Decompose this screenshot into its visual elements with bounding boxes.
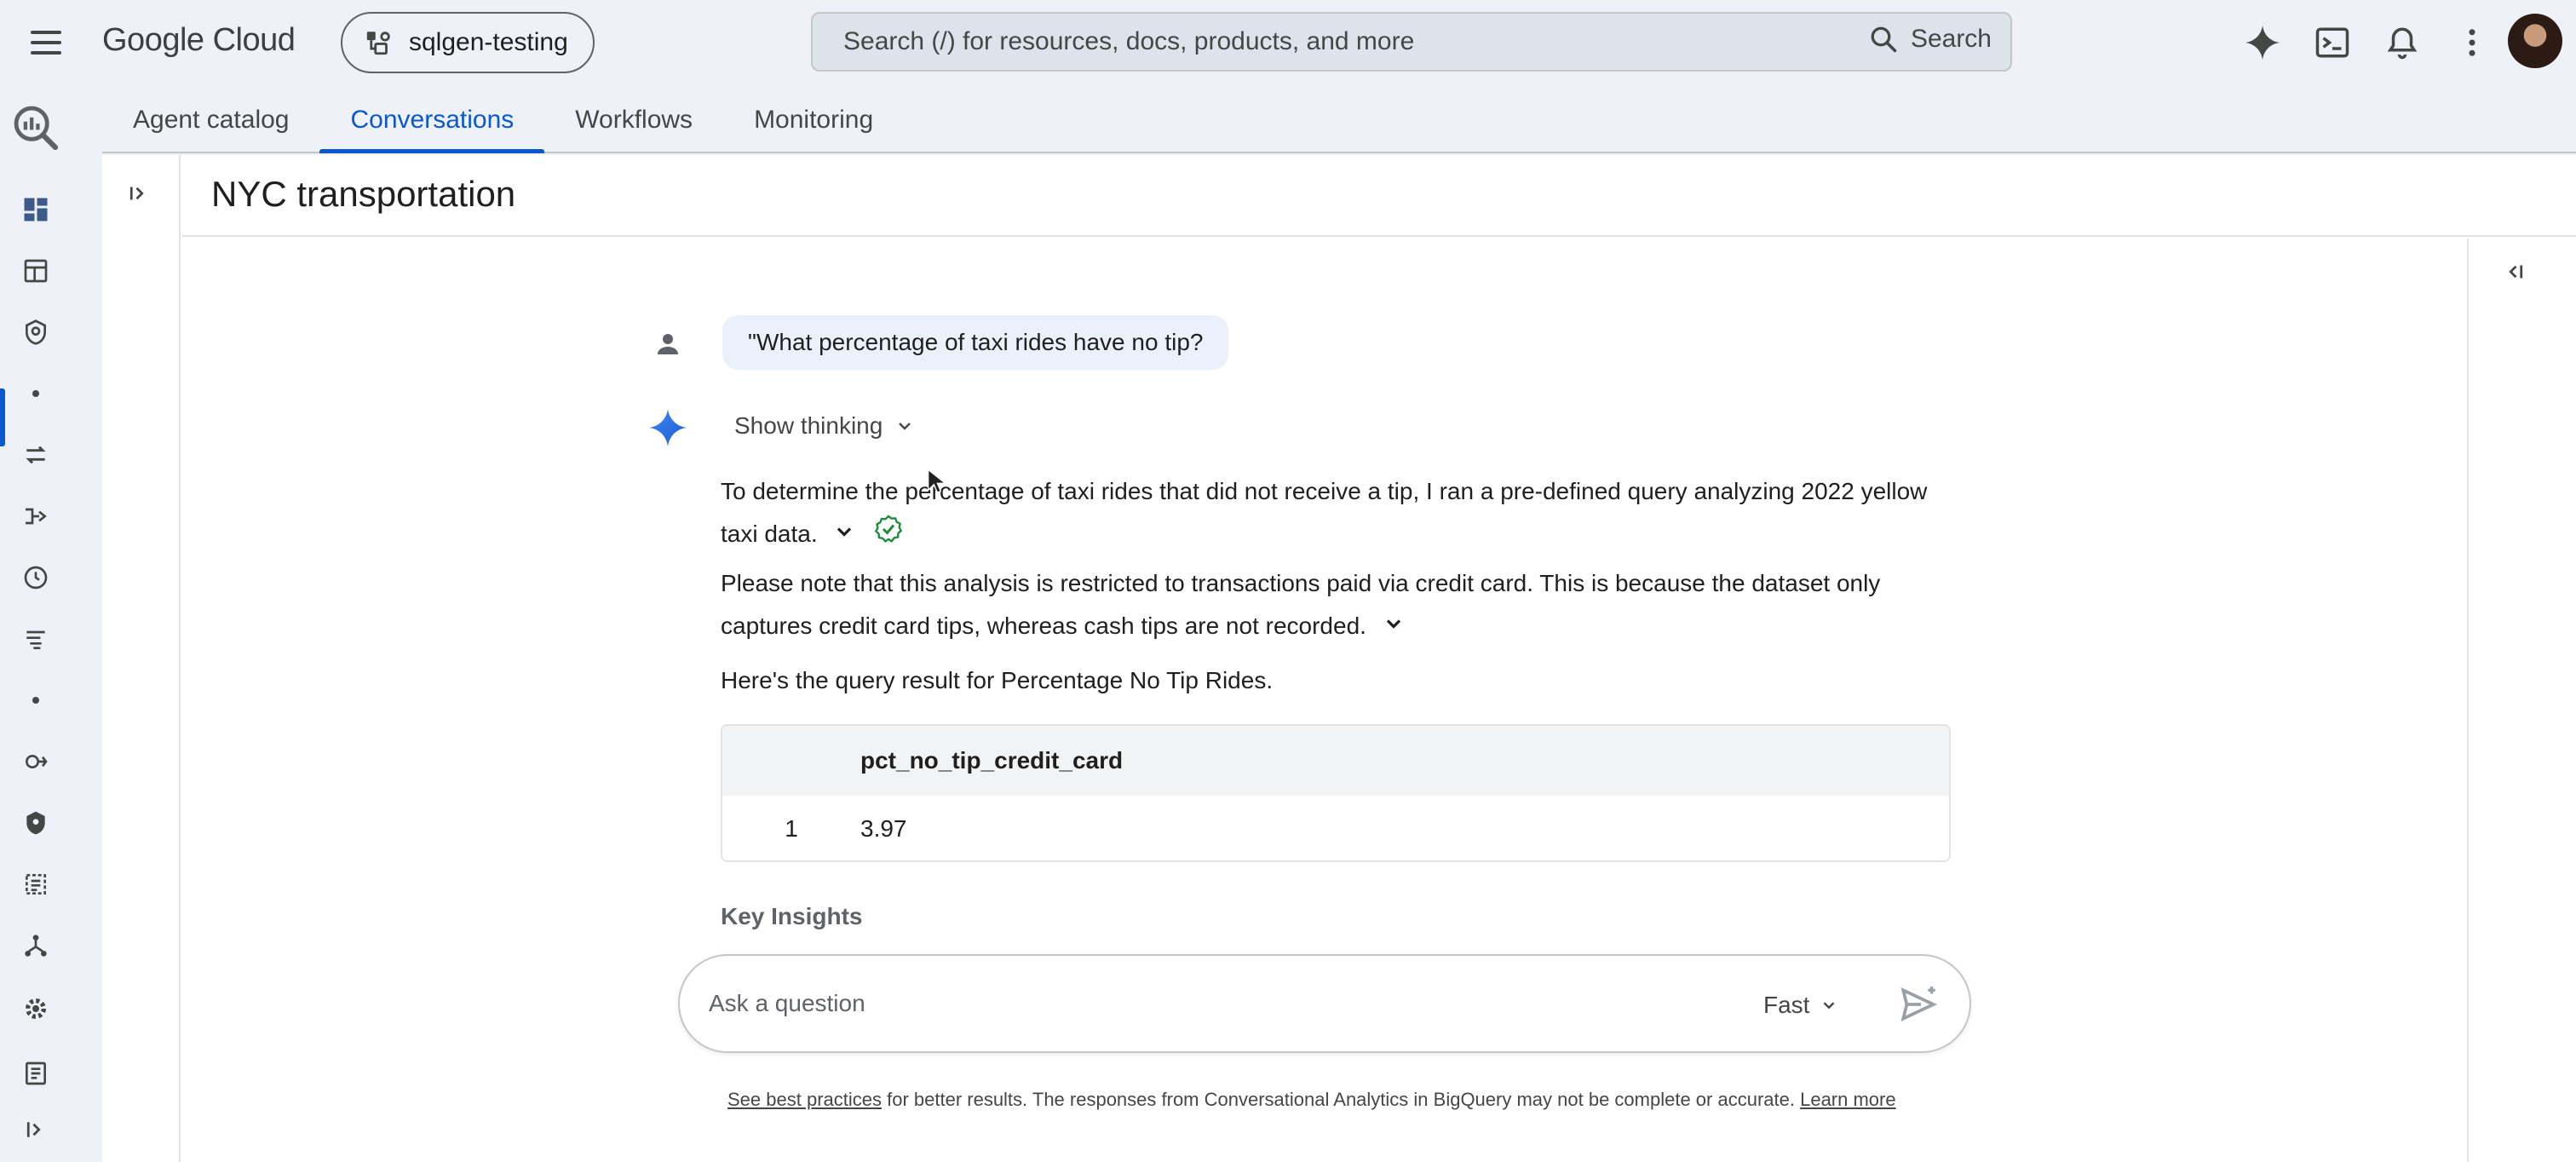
response-paragraph-1-line-1: To determine the percentage of taxi ride… [721,478,1928,504]
page-title: NYC transportation [211,174,516,214]
nav-dot-2 [15,680,56,721]
response-paragraph-1-line-2: taxi data. [721,521,818,547]
question-input[interactable]: Ask a question Fast [678,954,1971,1053]
gemini-response-icon [647,407,688,452]
project-icon [366,32,390,55]
nav-dot-1 [15,373,56,414]
disclaimer: See best practices for better results. T… [727,1089,1896,1111]
response-paragraph-1: To determine the percentage of taxi ride… [721,470,1947,558]
tab-monitoring[interactable]: Monitoring [723,94,904,152]
expand-details-icon[interactable] [2501,259,2527,289]
settings-icon[interactable] [15,988,56,1029]
search-button[interactable]: Search [1868,24,1992,55]
workflows-icon[interactable] [15,618,56,659]
capacity-icon[interactable] [15,864,56,905]
send-icon[interactable] [1898,983,1941,1030]
gemini-icon[interactable] [2240,20,2285,65]
mode-select[interactable]: Fast [1763,992,1838,1019]
page-tabs: Agent catalog Conversations Workflows Mo… [102,94,2576,153]
more-options-icon[interactable] [2450,20,2494,65]
chevron-down-icon [899,423,911,430]
top-bar: Google Cloud sqlgen-testing Search (/) f… [0,0,2576,85]
search-button-label: Search [1910,25,1992,53]
main-menu-icon[interactable] [27,26,65,60]
table-cell-value: 3.97 [860,815,907,842]
mouse-cursor-icon [927,468,947,500]
response-paragraph-2-line-1: Please note that this analysis is restri… [721,570,1881,596]
user-message-bubble: "What percentage of taxi rides have no t… [722,315,1229,370]
dashboard-icon[interactable] [15,189,56,230]
table-header-pct-no-tip[interactable]: pct_no_tip_credit_card [860,747,1949,774]
bigquery-logo-icon[interactable] [10,102,61,153]
scheduled-queries-icon[interactable] [15,557,56,598]
active-nav-indicator [0,388,5,446]
response-paragraph-3-text: Here's the query result for Percentage N… [721,667,1274,693]
expand-note-chevron-icon[interactable] [1382,607,1406,649]
search-icon [1871,26,1897,53]
verified-query-icon [873,514,904,558]
details-sidebar-collapsed [2467,239,2576,1162]
tab-agent-catalog[interactable]: Agent catalog [102,94,319,152]
response-paragraph-2-line-2: captures credit card tips, whereas cash … [721,613,1366,639]
expand-history-icon[interactable] [126,181,152,210]
notifications-icon[interactable] [2380,20,2424,65]
query-result-table: pct_no_tip_credit_card 1 3.97 [721,724,1951,862]
history-sidebar-collapsed [102,155,181,1162]
key-insights-heading: Key Insights [721,903,863,929]
pipelines-icon[interactable] [15,496,56,537]
mode-select-value: Fast [1763,992,1810,1018]
left-nav-rail [0,85,72,1162]
studio-icon[interactable] [15,250,56,291]
project-picker[interactable]: sqlgen-testing [341,12,595,73]
monitoring-icon[interactable] [15,741,56,782]
data-transfer-icon[interactable] [15,434,56,475]
chevron-down-icon [1824,1002,1835,1010]
project-name: sqlgen-testing [409,28,568,56]
expand-query-chevron-icon[interactable] [832,515,856,557]
user-message-text: "What percentage of taxi rides have no t… [748,329,1204,355]
account-avatar[interactable] [2508,14,2562,68]
search-placeholder: Search (/) for resources, docs, products… [843,27,1415,55]
expand-nav-icon[interactable] [15,1109,56,1150]
disclaimer-text: for better results. The responses from C… [881,1089,1801,1110]
cloud-shell-icon[interactable] [2310,20,2355,65]
table-cell-index: 1 [785,815,798,842]
best-practices-link[interactable]: See best practices [727,1089,882,1110]
tab-conversations[interactable]: Conversations [319,94,545,153]
show-thinking-toggle[interactable]: Show thinking [734,412,915,440]
response-paragraph-3: Here's the query result for Percentage N… [721,659,1947,702]
agents-icon[interactable] [15,312,56,353]
table-header-row: pct_no_tip_credit_card [722,726,1949,796]
release-notes-icon[interactable] [15,1053,56,1094]
show-thinking-label: Show thinking [734,412,883,439]
learn-more-link[interactable]: Learn more [1800,1089,1896,1110]
response-paragraph-2: Please note that this analysis is restri… [721,562,1947,649]
user-avatar-icon [653,329,683,364]
title-row: NYC transportation [182,155,2576,237]
table-row: 1 3.97 [722,796,1949,860]
lineage-icon[interactable] [15,925,56,966]
tab-workflows[interactable]: Workflows [544,94,723,152]
question-input-placeholder: Ask a question [709,990,865,1016]
google-cloud-logo[interactable]: Google Cloud [102,22,296,59]
security-icon[interactable] [15,802,56,843]
search-input[interactable]: Search (/) for resources, docs, products… [811,12,2012,72]
